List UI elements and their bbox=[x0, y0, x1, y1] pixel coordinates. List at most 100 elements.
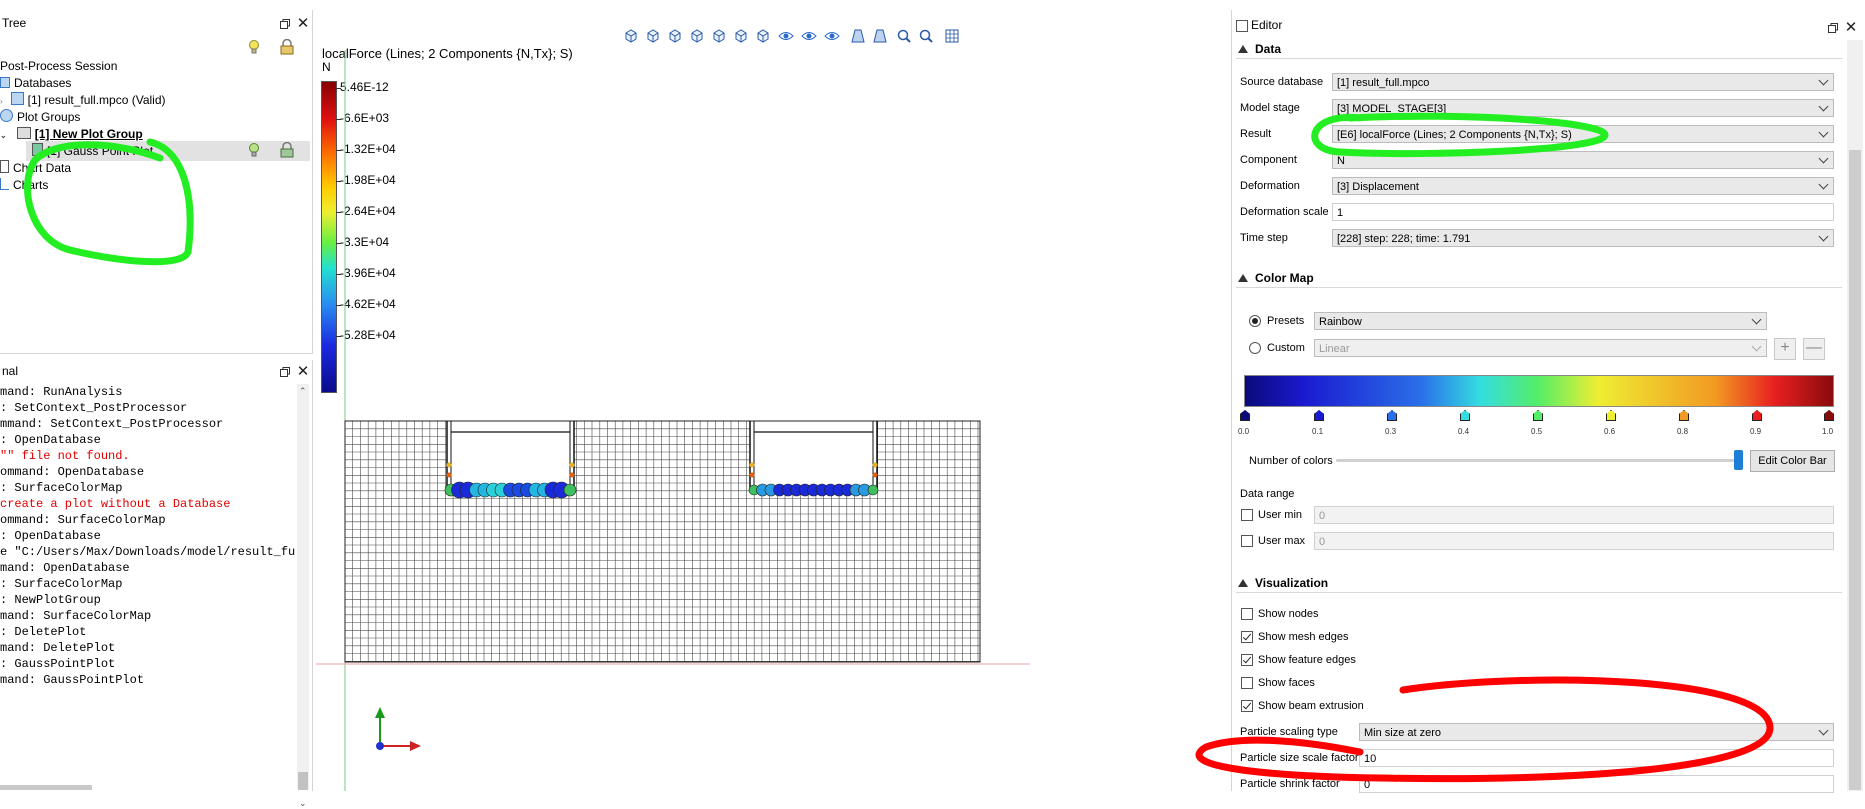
presets-radio[interactable] bbox=[1249, 315, 1261, 327]
mesh-grid bbox=[344, 420, 980, 662]
gauss-point bbox=[872, 462, 878, 468]
viewport[interactable]: localForce (Lines; 2 Components {N,Tx}; … bbox=[316, 10, 1030, 791]
triad-x-arrow bbox=[410, 741, 421, 751]
user-min-field[interactable]: 0 bbox=[1314, 506, 1834, 524]
editor-scrollbar[interactable] bbox=[1847, 40, 1863, 791]
close-panel-icon[interactable]: ✕ bbox=[296, 16, 310, 31]
terminal-line: : OpenDatabase bbox=[0, 433, 101, 447]
time-step-combo[interactable]: [228] step: 228; time: 1.791 bbox=[1332, 229, 1834, 247]
tree-item-label: Plot Groups bbox=[17, 110, 81, 124]
deformation-scale-field[interactable]: 1 bbox=[1332, 203, 1834, 221]
expand-arrow-icon[interactable]: › bbox=[0, 97, 3, 106]
terminal-line: mand: OpenDatabase bbox=[0, 561, 130, 575]
user-min-label: User min bbox=[1258, 509, 1303, 521]
model-mesh[interactable] bbox=[316, 10, 1030, 791]
particle-scaling-type-combo[interactable]: Min size at zero bbox=[1359, 723, 1834, 741]
user-max-checkbox[interactable] bbox=[1241, 535, 1253, 547]
collapse-triangle-icon bbox=[1238, 579, 1248, 587]
color-stop-label: 0.8 bbox=[1677, 427, 1689, 436]
tree-item-charts[interactable]: Charts bbox=[0, 175, 48, 195]
color-stop-label: 0.0 bbox=[1238, 427, 1250, 436]
terminal-scrollbar[interactable]: ⌃ ⌄ bbox=[297, 384, 309, 808]
show-feature-edges-label: Show feature edges bbox=[1258, 654, 1356, 666]
visibility-bulb-icon[interactable] bbox=[246, 39, 262, 55]
tree-item-label: Chart Data bbox=[13, 161, 72, 175]
terminal-bottom-scroll[interactable] bbox=[0, 785, 92, 790]
color-map-gradient[interactable] bbox=[1244, 375, 1834, 407]
charts-icon bbox=[0, 178, 9, 190]
section-divider bbox=[1236, 592, 1842, 593]
section-title: Color Map bbox=[1255, 271, 1314, 285]
combo-value: [1] result_full.mpco bbox=[1337, 77, 1430, 89]
show-beam-extrusion-label: Show beam extrusion bbox=[1258, 700, 1364, 712]
component-combo[interactable]: N bbox=[1332, 151, 1834, 169]
terminal-line: : OpenDatabase bbox=[0, 529, 101, 543]
show-feature-edges-checkbox[interactable] bbox=[1241, 654, 1253, 666]
terminal-line: mmand: SetContext_PostProcessor bbox=[0, 417, 224, 431]
section-visualization-header[interactable]: Visualization bbox=[1238, 576, 1328, 590]
scroll-up-icon[interactable]: ⌃ bbox=[299, 386, 307, 397]
show-mesh-edges-checkbox[interactable] bbox=[1241, 631, 1253, 643]
source-database-combo[interactable]: [1] result_full.mpco bbox=[1332, 73, 1834, 91]
scroll-down-icon[interactable]: ⌄ bbox=[299, 798, 307, 809]
user-max-field[interactable]: 0 bbox=[1314, 532, 1834, 550]
tree-item-label: Post-Process Session bbox=[0, 59, 118, 73]
float-panel-icon[interactable] bbox=[1826, 22, 1840, 36]
presets-combo[interactable]: Rainbow bbox=[1314, 312, 1767, 330]
terminal-line: mand: SurfaceColorMap bbox=[0, 609, 152, 623]
gauss-point bbox=[563, 483, 577, 497]
section-data-header[interactable]: Data bbox=[1238, 42, 1281, 56]
number-of-colors-slider-track[interactable] bbox=[1336, 459, 1738, 462]
number-of-colors-slider-handle[interactable] bbox=[1734, 450, 1743, 470]
triad-y-arrow bbox=[375, 707, 385, 718]
particle-size-scale-field[interactable]: 10 bbox=[1359, 749, 1834, 767]
terminal-line: : NewPlotGroup bbox=[0, 593, 101, 607]
tree-panel: Tree ✕ Post-Process Session Databases › [… bbox=[0, 10, 313, 354]
lock-icon[interactable] bbox=[279, 38, 295, 55]
show-beam-extrusion-checkbox[interactable] bbox=[1241, 700, 1253, 712]
presets-label: Presets bbox=[1267, 315, 1305, 327]
tree-item-label: [1] New Plot Group bbox=[34, 127, 143, 141]
model-stage-label: Model stage bbox=[1240, 102, 1300, 114]
deformation-label: Deformation bbox=[1240, 180, 1300, 192]
particle-size-scale-label: Particle size scale factor bbox=[1240, 752, 1359, 764]
add-stop-button[interactable]: + bbox=[1774, 338, 1796, 360]
float-panel-icon[interactable] bbox=[278, 18, 292, 32]
terminal-line: : SurfaceColorMap bbox=[0, 481, 123, 495]
custom-radio[interactable] bbox=[1249, 342, 1261, 354]
deformation-scale-label: Deformation scale bbox=[1240, 206, 1329, 218]
float-panel-icon[interactable] bbox=[278, 366, 292, 380]
terminal-line: "" file not found. bbox=[0, 449, 130, 463]
show-faces-checkbox[interactable] bbox=[1241, 677, 1253, 689]
deformation-combo[interactable]: [3] Displacement bbox=[1332, 177, 1834, 195]
user-min-checkbox[interactable] bbox=[1241, 509, 1253, 521]
terminal-line: e "C:/Users/Max/Downloads/model/result_f… bbox=[0, 545, 296, 559]
editor-icon bbox=[1236, 20, 1248, 32]
close-panel-icon[interactable]: ✕ bbox=[1844, 20, 1858, 35]
scrollbar-thumb[interactable] bbox=[1849, 150, 1861, 790]
terminal-output[interactable]: mand: RunAnalysis: SetContext_PostProces… bbox=[0, 384, 296, 784]
remove-stop-button[interactable]: — bbox=[1803, 338, 1825, 360]
collapse-arrow-icon[interactable]: ⌄ bbox=[0, 126, 7, 146]
particle-shrink-field[interactable]: 0 bbox=[1359, 775, 1834, 793]
show-nodes-label: Show nodes bbox=[1258, 608, 1319, 620]
section-color-map-header[interactable]: Color Map bbox=[1238, 271, 1314, 285]
visibility-bulb-icon[interactable] bbox=[246, 142, 262, 158]
user-max-label: User max bbox=[1258, 535, 1306, 547]
terminal-line: : SetContext_PostProcessor bbox=[0, 401, 188, 415]
close-panel-icon[interactable]: ✕ bbox=[296, 364, 310, 379]
custom-combo[interactable]: Linear bbox=[1314, 339, 1767, 357]
tree-item-label: Databases bbox=[14, 76, 72, 90]
combo-value: [228] step: 228; time: 1.791 bbox=[1337, 233, 1471, 245]
result-combo[interactable]: [E6] localForce (Lines; 2 Components {N,… bbox=[1332, 125, 1834, 143]
model-stage-combo[interactable]: [3] MODEL_STAGE[3] bbox=[1332, 99, 1834, 117]
editor-title: Editor bbox=[1251, 18, 1283, 32]
color-stop-label: 0.5 bbox=[1531, 427, 1543, 436]
scrollbar-thumb[interactable] bbox=[298, 772, 308, 790]
combo-value: Min size at zero bbox=[1364, 727, 1442, 739]
show-nodes-checkbox[interactable] bbox=[1241, 608, 1253, 620]
lock-icon[interactable] bbox=[279, 141, 295, 158]
edit-color-bar-button[interactable]: Edit Color Bar bbox=[1750, 450, 1835, 472]
terminal-line: create a plot without a Database bbox=[0, 497, 231, 511]
terminal-line: mand: DeletePlot bbox=[0, 641, 116, 655]
